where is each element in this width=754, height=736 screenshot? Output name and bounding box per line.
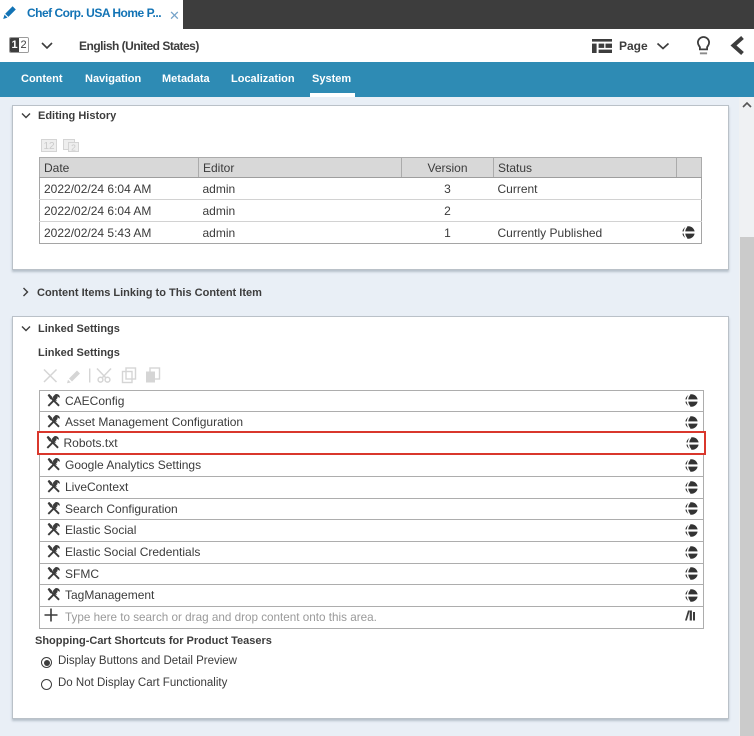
svg-text:2: 2 <box>71 143 76 153</box>
svg-text:12: 12 <box>43 141 55 152</box>
